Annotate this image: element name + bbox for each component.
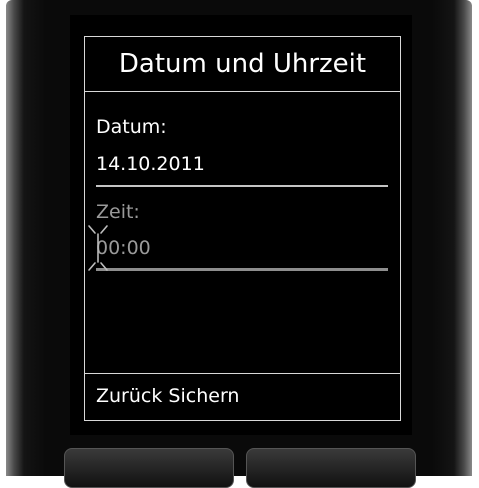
time-label: Zeit: — [96, 201, 140, 223]
softkey-bar: Zurück Sichern — [96, 385, 239, 407]
time-field-underline — [96, 268, 388, 271]
blinking-cursor-icon — [88, 225, 108, 271]
page-title: Datum und Uhrzeit — [118, 49, 367, 79]
title-divider — [85, 91, 400, 92]
date-label: Datum: — [96, 116, 167, 138]
date-input[interactable]: 14.10.2011 — [96, 153, 205, 175]
back-softkey[interactable]: Zurück — [96, 385, 162, 407]
phone-device: Datum und Uhrzeit Datum: 14.10.2011 Zeit… — [0, 0, 479, 488]
right-hardware-key[interactable] — [246, 448, 416, 488]
save-softkey[interactable]: Sichern — [168, 385, 239, 407]
left-hardware-key[interactable] — [64, 448, 234, 488]
date-field-underline — [96, 185, 388, 187]
menu-frame — [84, 36, 401, 421]
softkey-divider — [85, 373, 400, 374]
